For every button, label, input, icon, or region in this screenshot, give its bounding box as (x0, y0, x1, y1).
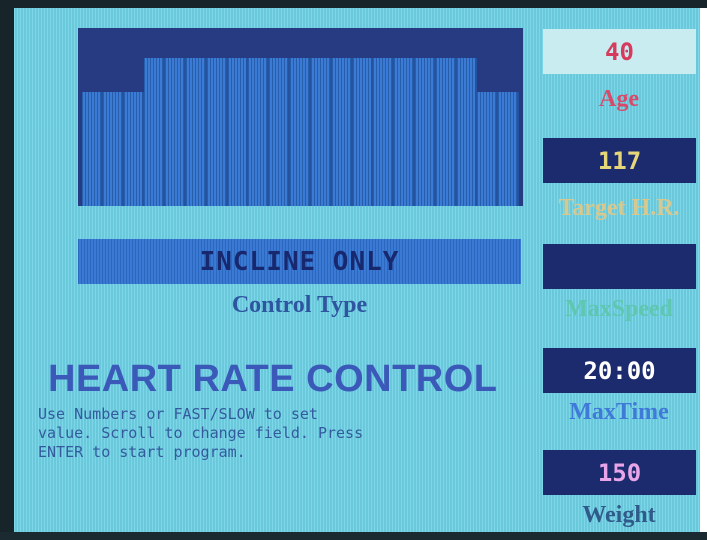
profile-segment (144, 58, 166, 206)
max-speed-label: MaxSpeed (565, 296, 673, 322)
profile-segment (290, 58, 311, 206)
target-hr-value: 117 (597, 146, 642, 175)
control-type-field[interactable]: INCLINE ONLY (78, 239, 521, 284)
profile-segment (82, 92, 103, 206)
profile-segment (102, 92, 124, 206)
profile-segment (477, 92, 499, 206)
max-time-value: 20:00 (583, 356, 656, 385)
weight-label: Weight (582, 502, 656, 528)
bezel-left-edge (0, 0, 14, 540)
control-type-label: Control Type (231, 292, 368, 318)
weight-field[interactable]: 150 (543, 450, 696, 495)
profile-segment (435, 58, 457, 206)
age-field[interactable]: 40 (543, 29, 696, 74)
max-time-label: MaxTime (569, 399, 669, 425)
bezel-bottom-edge (0, 532, 707, 540)
profile-segment (414, 58, 436, 206)
profile-segment (394, 58, 415, 206)
control-type-value: INCLINE ONLY (199, 246, 400, 277)
profile-segment (310, 58, 332, 206)
instructions-line: ENTER to start program. (38, 443, 246, 461)
profile-segment (331, 58, 353, 206)
workout-profile-chart (78, 28, 523, 206)
profile-segment (352, 58, 374, 206)
program-title: HEART RATE CONTROL (48, 358, 498, 400)
profile-segment (269, 58, 291, 206)
profile-segment (123, 92, 145, 206)
profile-segment (165, 58, 187, 206)
console-screen: INCLINE ONLY Control Type HEART RATE CON… (14, 8, 700, 532)
profile-segment (248, 58, 270, 206)
profile-segment (498, 92, 519, 206)
profile-segment (227, 58, 249, 206)
instructions-text: Use Numbers or FAST/SLOW to set value. S… (38, 405, 538, 462)
bezel-top-edge (0, 0, 707, 8)
profile-segment (186, 58, 207, 206)
profile-segment (456, 58, 478, 206)
profile-segment (373, 58, 395, 206)
target-hr-field[interactable]: 117 (543, 138, 696, 183)
max-speed-field[interactable] (543, 244, 696, 289)
instructions-line: Use Numbers or FAST/SLOW to set (38, 405, 318, 423)
age-value: 40 (605, 37, 634, 66)
target-hr-label: Target H.R. (558, 195, 680, 221)
age-label: Age (599, 86, 639, 112)
weight-value: 150 (597, 458, 642, 487)
max-time-field[interactable]: 20:00 (543, 348, 696, 393)
profile-segment (206, 58, 228, 206)
instructions-line: value. Scroll to change field. Press (38, 424, 364, 442)
